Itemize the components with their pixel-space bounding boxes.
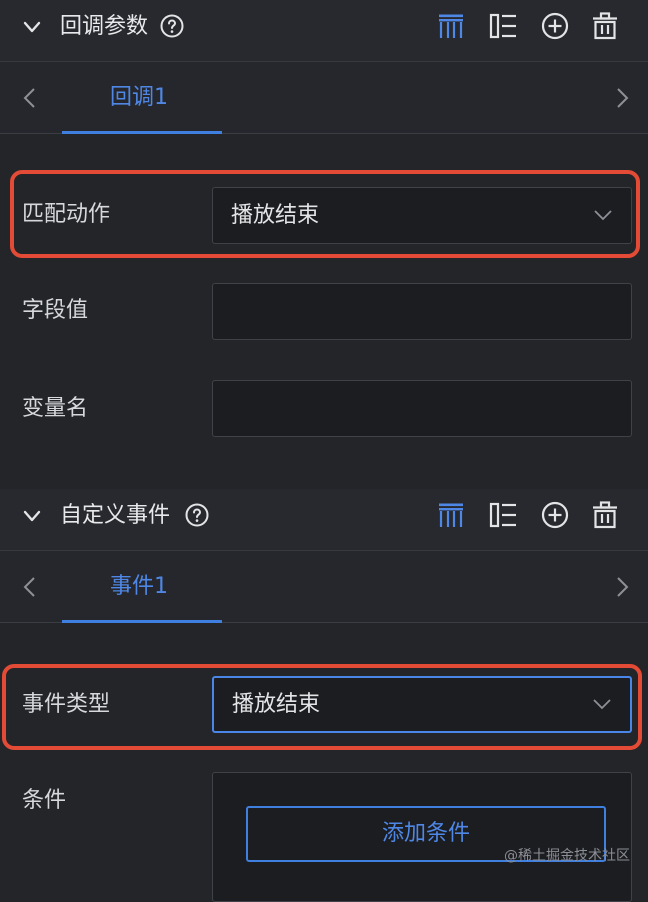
- trash-icon[interactable]: [591, 12, 619, 40]
- help-icon[interactable]: [185, 503, 209, 527]
- collapse-chevron-icon[interactable]: [22, 506, 42, 526]
- watermark: @稀土掘金技术社区: [504, 848, 630, 864]
- help-icon[interactable]: [160, 14, 184, 38]
- callback-section-header: 回调参数: [0, 0, 648, 62]
- column-list-icon[interactable]: [489, 501, 517, 529]
- tab-next-icon[interactable]: [616, 576, 630, 598]
- chevron-down-icon: [593, 699, 611, 710]
- field-value-label: 字段值: [22, 298, 89, 323]
- active-tab-indicator: [62, 620, 222, 623]
- callback-section-title: 回调参数: [60, 14, 149, 39]
- event-type-label: 事件类型: [22, 692, 111, 717]
- tab-prev-icon[interactable]: [22, 87, 36, 109]
- field-value-input[interactable]: [212, 283, 632, 340]
- column-list-icon[interactable]: [489, 12, 517, 40]
- match-action-value: 播放结束: [231, 203, 320, 228]
- tab-event-1[interactable]: 事件1: [62, 551, 222, 623]
- match-action-label: 匹配动作: [22, 202, 111, 227]
- event-type-select[interactable]: 播放结束: [212, 676, 632, 733]
- chevron-down-icon: [594, 210, 612, 221]
- event-type-value: 播放结束: [232, 692, 321, 717]
- align-top-icon[interactable]: [437, 501, 465, 529]
- tab-prev-icon[interactable]: [22, 576, 36, 598]
- add-circle-icon[interactable]: [541, 501, 569, 529]
- match-action-select[interactable]: 播放结束: [212, 187, 632, 244]
- add-circle-icon[interactable]: [541, 12, 569, 40]
- event-tabs: 事件1: [0, 551, 648, 623]
- condition-label: 条件: [22, 788, 67, 813]
- event-section-header: 自定义事件: [0, 489, 648, 551]
- variable-name-label: 变量名: [22, 396, 89, 421]
- trash-icon[interactable]: [591, 501, 619, 529]
- callback-tabs: 回调1: [0, 62, 648, 134]
- collapse-chevron-icon[interactable]: [22, 17, 42, 37]
- variable-name-input[interactable]: [212, 380, 632, 437]
- align-top-icon[interactable]: [437, 12, 465, 40]
- tab-next-icon[interactable]: [616, 87, 630, 109]
- event-section-title: 自定义事件: [60, 503, 171, 528]
- active-tab-indicator: [62, 131, 222, 134]
- tab-callback-1[interactable]: 回调1: [62, 62, 222, 134]
